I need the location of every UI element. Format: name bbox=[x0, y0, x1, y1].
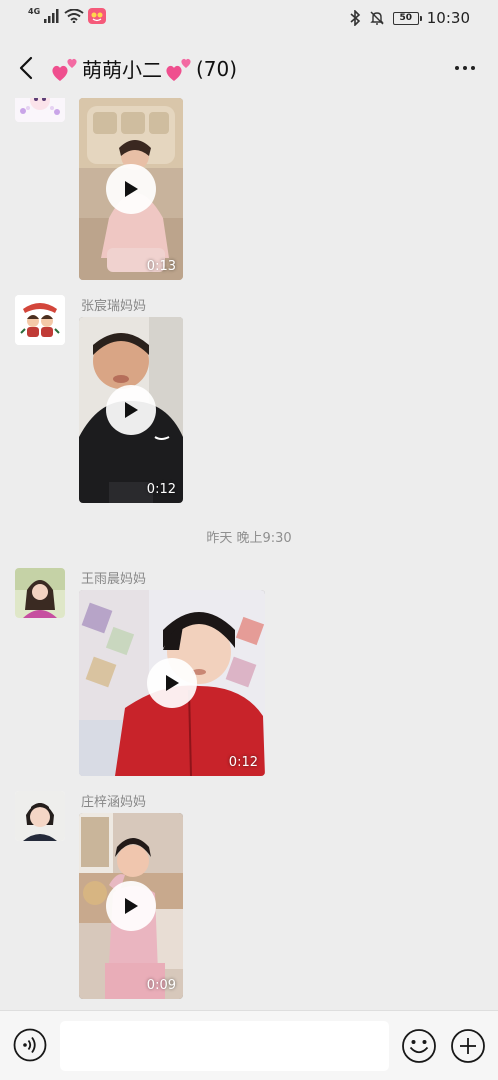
sender-name: 张宸瑞妈妈 bbox=[81, 299, 147, 314]
play-icon bbox=[166, 675, 179, 691]
mute-bell-icon bbox=[370, 11, 384, 25]
message-timestamp: 昨天 晚上9:30 bbox=[206, 531, 292, 546]
status-time: 10:30 bbox=[426, 9, 470, 27]
chat-title-text: 萌萌小二 bbox=[82, 58, 162, 82]
video-message[interactable]: 0:13 bbox=[79, 98, 183, 280]
member-count: (70) bbox=[196, 56, 238, 81]
message-input[interactable] bbox=[60, 1021, 389, 1071]
woman-photo-avatar-image bbox=[15, 568, 65, 618]
sender-name: 庄梓涵妈妈 bbox=[81, 795, 147, 810]
play-button[interactable] bbox=[106, 164, 156, 214]
more-dot-icon bbox=[463, 66, 467, 70]
message-input-bar bbox=[0, 1010, 498, 1080]
play-button[interactable] bbox=[147, 658, 197, 708]
cartoon-couple-avatar-image bbox=[15, 295, 65, 345]
avatar[interactable] bbox=[15, 295, 65, 345]
sender-name: 王雨晨妈妈 bbox=[81, 572, 147, 587]
voice-input-button[interactable] bbox=[13, 1028, 47, 1062]
video-message[interactable]: 0:12 bbox=[79, 590, 265, 776]
avatar[interactable] bbox=[15, 791, 65, 841]
bluetooth-icon bbox=[350, 10, 360, 26]
two-hearts-icon bbox=[52, 58, 77, 81]
emoji-icon bbox=[402, 1029, 436, 1063]
more-dot-icon bbox=[455, 66, 459, 70]
emoji-button[interactable] bbox=[401, 1028, 437, 1064]
app-notification-icon bbox=[88, 8, 107, 24]
play-button[interactable] bbox=[106, 385, 156, 435]
status-left: 4G bbox=[28, 6, 107, 24]
status-right: 50 10:30 bbox=[349, 9, 470, 27]
signal-icon bbox=[44, 9, 59, 23]
video-message[interactable]: 0:09 bbox=[79, 813, 183, 999]
video-duration: 0:13 bbox=[146, 259, 176, 274]
chat-header: 萌萌小二 (70) bbox=[0, 38, 498, 98]
more-dot-icon bbox=[471, 66, 475, 70]
chevron-left-icon bbox=[19, 56, 33, 80]
two-hearts-icon bbox=[166, 58, 191, 81]
battery-indicator: 50 bbox=[392, 11, 422, 25]
network-type: 4G bbox=[28, 6, 41, 16]
back-button[interactable] bbox=[10, 52, 42, 84]
video-duration: 0:12 bbox=[146, 482, 176, 497]
play-button[interactable] bbox=[106, 881, 156, 931]
wifi-icon bbox=[64, 9, 84, 23]
voice-icon bbox=[13, 1028, 47, 1062]
chat-title: 萌萌小二 (70) bbox=[50, 54, 237, 83]
play-icon bbox=[125, 898, 138, 914]
play-icon bbox=[125, 402, 138, 418]
video-duration: 0:09 bbox=[146, 978, 176, 993]
avatar[interactable] bbox=[15, 98, 65, 122]
cartoon-avatar-image bbox=[15, 98, 65, 122]
more-functions-button[interactable] bbox=[450, 1028, 486, 1064]
status-bar: 4G 50 10:30 bbox=[0, 0, 498, 38]
play-icon bbox=[125, 181, 138, 197]
more-options-button[interactable] bbox=[450, 56, 480, 80]
video-message[interactable]: 0:12 bbox=[79, 317, 183, 503]
message-list[interactable]: 0:13 张宸瑞妈妈 0:12 昨天 晚上9:30 王雨晨妈妈 0:12 庄梓涵… bbox=[0, 98, 498, 1010]
plus-icon bbox=[451, 1029, 485, 1063]
child-photo-avatar-image bbox=[15, 791, 65, 841]
avatar[interactable] bbox=[15, 568, 65, 618]
video-duration: 0:12 bbox=[228, 755, 258, 770]
